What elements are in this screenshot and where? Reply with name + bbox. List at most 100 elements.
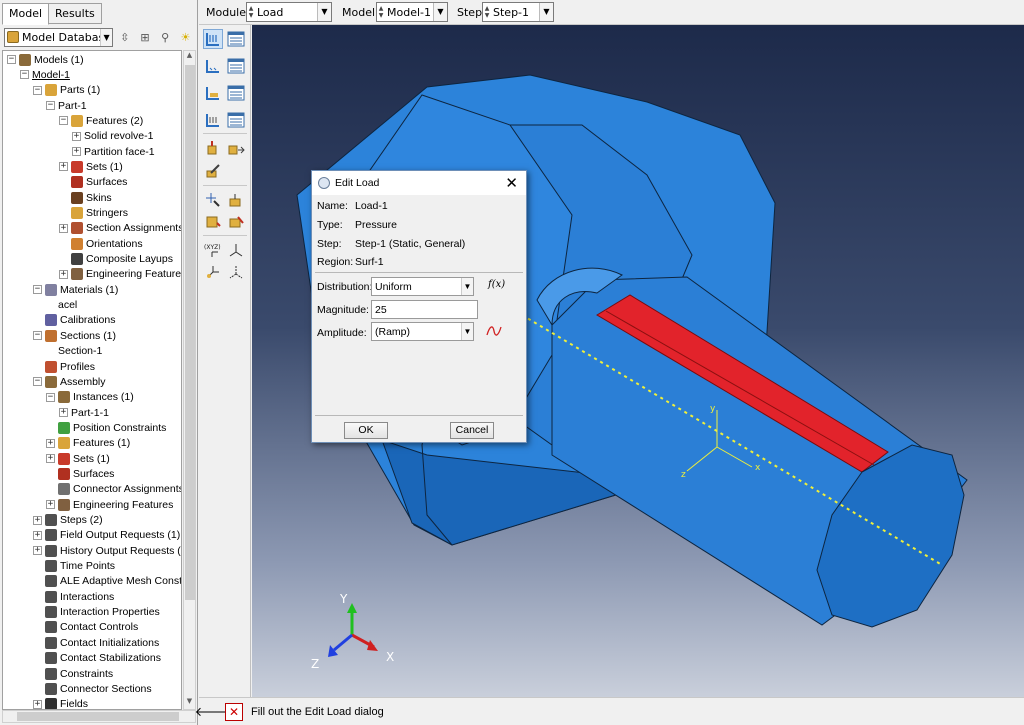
- distribution-select[interactable]: Uniform ▼: [371, 277, 474, 296]
- tree-node[interactable]: + Engineering Features: [46, 497, 173, 512]
- collapse-icon[interactable]: −: [46, 392, 55, 402]
- tree-node[interactable]: Skins: [59, 190, 112, 205]
- tree-node[interactable]: + Fields: [33, 697, 88, 709]
- tab-results[interactable]: Results: [48, 3, 102, 24]
- close-icon[interactable]: ✕: [505, 174, 518, 192]
- cancel-procedure-icon[interactable]: ✕: [225, 702, 243, 721]
- chevron-down-icon[interactable]: ▼: [317, 3, 331, 21]
- filter-icon[interactable]: ⚲: [157, 28, 174, 46]
- predefined-field-manager-icon[interactable]: [226, 83, 246, 103]
- scroll-down-icon[interactable]: ▼: [184, 697, 195, 709]
- expand-icon[interactable]: +: [72, 147, 81, 157]
- expand-icon[interactable]: +: [33, 515, 42, 525]
- tree-node[interactable]: Contact Initializations: [33, 635, 159, 650]
- tree-node[interactable]: Position Constraints: [46, 420, 166, 435]
- create-predefined-field-icon[interactable]: [203, 83, 223, 103]
- tree-node[interactable]: Contact Controls: [33, 620, 138, 635]
- module-select[interactable]: ▲ ▼ Load ▼: [246, 2, 332, 22]
- tree-node[interactable]: − Instances (1): [46, 390, 134, 405]
- back-arrow-icon[interactable]: 🡐: [195, 703, 230, 721]
- ok-button[interactable]: OK: [344, 422, 388, 439]
- expand-icon[interactable]: +: [72, 131, 81, 141]
- tree-node[interactable]: Profiles: [33, 359, 95, 374]
- tree-node[interactable]: ALE Adaptive Mesh Constrai: [33, 574, 181, 589]
- chevron-down-icon[interactable]: ▼: [100, 28, 113, 46]
- expand-icon[interactable]: +: [59, 269, 68, 279]
- collapse-icon[interactable]: −: [46, 101, 55, 111]
- tree-node[interactable]: Constraints: [33, 666, 113, 681]
- tree-node[interactable]: + Sets (1): [59, 159, 123, 174]
- collapse-icon[interactable]: −: [20, 70, 29, 80]
- create-bc-icon[interactable]: [203, 56, 223, 76]
- tree-node[interactable]: + Steps (2): [33, 513, 103, 528]
- collapse-icon[interactable]: −: [33, 85, 42, 95]
- set-manager-icon[interactable]: [226, 138, 246, 158]
- expand-icon[interactable]: +: [46, 454, 55, 464]
- step-select[interactable]: ▲ ▼ Step-1 ▼: [482, 2, 554, 22]
- tree-node[interactable]: − Part-1: [46, 98, 87, 113]
- tree-node[interactable]: Surfaces: [46, 466, 114, 481]
- chevron-down-icon[interactable]: ▼: [433, 3, 447, 21]
- surface-icon[interactable]: [203, 211, 223, 231]
- amplitude-select[interactable]: (Ramp) ▼: [371, 322, 474, 341]
- tree-vertical-scrollbar[interactable]: ▲ ▼: [183, 50, 196, 710]
- tree-node[interactable]: + Sets (1): [46, 451, 110, 466]
- tab-model[interactable]: Model: [2, 3, 50, 25]
- magnitude-input[interactable]: 25: [371, 300, 478, 319]
- tree-node[interactable]: Calibrations: [33, 313, 115, 328]
- lightbulb-icon[interactable]: ☀: [177, 28, 194, 46]
- tree-node[interactable]: + Solid revolve-1: [72, 129, 153, 144]
- create-load-case-icon[interactable]: [203, 110, 223, 130]
- expand-icon[interactable]: +: [33, 530, 42, 540]
- expand-icon[interactable]: +: [59, 162, 68, 172]
- scroll-thumb[interactable]: [17, 712, 179, 721]
- tree-node[interactable]: Section-1: [46, 344, 102, 359]
- skin-icon[interactable]: [226, 211, 246, 231]
- expand-icon[interactable]: +: [59, 223, 68, 233]
- tree-node[interactable]: + Field Output Requests (1): [33, 528, 180, 543]
- tree-node[interactable]: Time Points: [33, 559, 115, 574]
- tree-node[interactable]: − Models (1): [7, 52, 84, 67]
- tree-node[interactable]: Orientations: [59, 236, 143, 251]
- collapse-icon[interactable]: −: [59, 116, 68, 126]
- tree-node[interactable]: − Features (2): [59, 113, 143, 128]
- load-manager-icon[interactable]: [226, 29, 246, 49]
- amplitude-manager-icon[interactable]: [486, 323, 502, 339]
- tree-node[interactable]: + Features (1): [46, 436, 130, 451]
- expand-icon[interactable]: +: [33, 546, 42, 556]
- collapse-icon[interactable]: −: [33, 285, 42, 295]
- tree-node[interactable]: Interactions: [33, 589, 114, 604]
- chevron-down-icon[interactable]: ▼: [461, 278, 473, 295]
- edit-attributes-icon[interactable]: [203, 161, 223, 181]
- datum-csys-icon[interactable]: [203, 262, 223, 282]
- query-csys-icon[interactable]: [226, 262, 246, 282]
- tree-node[interactable]: − Model-1: [20, 67, 70, 82]
- datum-icon[interactable]: [203, 190, 223, 210]
- bc-manager-icon[interactable]: [226, 56, 246, 76]
- tree-horizontal-scrollbar[interactable]: [2, 710, 196, 723]
- create-load-icon[interactable]: [203, 29, 223, 49]
- tree-node[interactable]: Interaction Properties: [33, 605, 160, 620]
- tree-node[interactable]: + Partition face-1: [72, 144, 155, 159]
- scroll-up-icon[interactable]: ▲: [184, 51, 195, 63]
- tree-node[interactable]: Connector Sections: [33, 681, 152, 696]
- cancel-button[interactable]: Cancel: [450, 422, 494, 439]
- tree-node[interactable]: Composite Layups: [59, 252, 173, 267]
- load-case-manager-icon[interactable]: [226, 110, 246, 130]
- fx-button[interactable]: f(x): [488, 279, 505, 290]
- collapse-icon[interactable]: −: [7, 55, 16, 64]
- xyz-csys-icon[interactable]: (XYZ): [203, 240, 223, 260]
- tree-node[interactable]: Connector Assignments: [46, 482, 181, 497]
- tree-node[interactable]: + Part-1-1: [59, 405, 109, 420]
- coordinate-system-icon[interactable]: [226, 240, 246, 260]
- expand-icon[interactable]: +: [46, 438, 55, 448]
- chevron-down-icon[interactable]: ▼: [539, 3, 553, 21]
- tree-node[interactable]: Stringers: [59, 206, 128, 221]
- expand-tree-icon[interactable]: ⊞: [136, 28, 153, 46]
- collapse-icon[interactable]: −: [33, 377, 42, 387]
- partition-icon[interactable]: [226, 190, 246, 210]
- collapse-icon[interactable]: −: [33, 331, 42, 341]
- tree-node[interactable]: + Engineering Features: [59, 267, 181, 282]
- expand-icon[interactable]: +: [33, 699, 42, 709]
- expand-icon[interactable]: +: [59, 408, 68, 418]
